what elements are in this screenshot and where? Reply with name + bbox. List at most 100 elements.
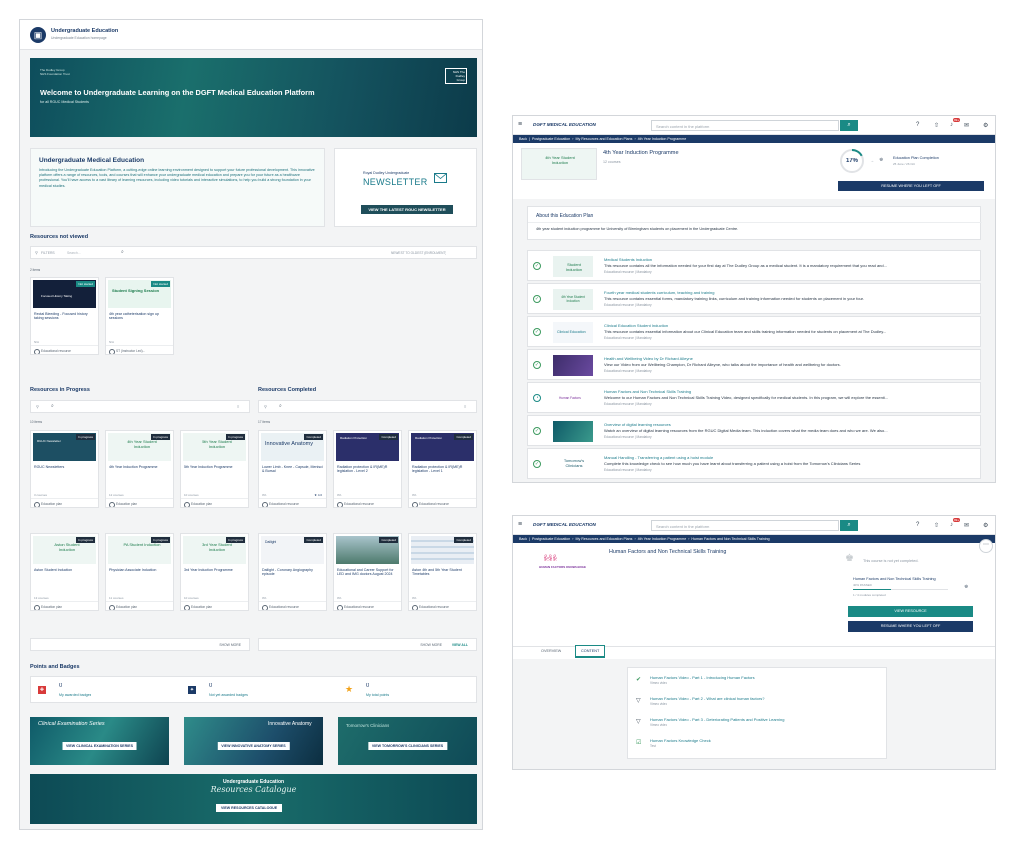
search-icon[interactable]: ⌕ [279,403,282,409]
item-title[interactable]: Human Factors and Non Technical Skills T… [604,389,974,394]
resume-button[interactable]: RESUME WHERE YOU LEFT OFF [848,621,973,632]
resource-tile[interactable]: Radiation Protection Completed Radiation p… [333,430,402,508]
search-icon[interactable]: ⌕ [51,403,54,409]
list-item[interactable]: ✓ Tomorrow's Clinicians Manual Handling - … [527,448,981,479]
view-resource-button[interactable]: VIEW RESOURCE [848,606,973,617]
list-item[interactable]: ▽ Human Factors Video - Part 2 - What are… [636,694,886,712]
chat-icon[interactable]: ✉ [964,122,969,129]
view-anatomy-series-button[interactable]: VIEW INNOVATIVE ANATOMY SERIES [217,742,290,750]
gear-icon[interactable]: ⚙ [983,522,988,529]
filter-icon[interactable]: ⚲ [35,250,38,255]
status-badge: In progress [225,537,245,543]
item-title[interactable]: Manual Handling - Transferring a patient… [604,455,974,460]
breadcrumb-item[interactable]: 4th Year Induction Programme [638,537,687,541]
resource-tile[interactable]: Aston Student Induction In progress Aston … [30,533,99,611]
search-input[interactable]: Search content in the platform [651,520,839,531]
show-more-button[interactable]: SHOW MORE [420,643,442,647]
resume-button[interactable]: RESUME WHERE YOU LEFT OFF [838,181,984,191]
in-progress-icon: ◔ [533,394,541,402]
resource-tile[interactable]: Student Signing Session Not started 4th … [105,277,174,355]
list-item[interactable]: ✓ Student Induction Medical Students Induc… [527,250,981,281]
content-title[interactable]: Human Factors Video - Part 3 - Deteriora… [650,717,880,722]
completed-check-icon: ✓ [533,361,541,369]
list-item[interactable]: ◔ Human Factors Human Factors and Non Tech… [527,382,981,413]
resource-tile[interactable]: 5th Year Student Induction In progress 5th… [180,430,249,508]
platform-logo[interactable]: DGFT MEDICAL EDUCATION [533,122,596,127]
list-item[interactable]: ✔ Human Factors Video - Part 1 - Introduc… [636,673,886,691]
menu-icon[interactable]: ≡ [518,121,522,128]
search-input[interactable]: Search content in the platform [651,120,839,131]
completion-label: Education Plan Completion [893,156,939,160]
show-more-button[interactable]: SHOW MORE [219,643,241,647]
tile-type: Education plan [181,601,248,610]
item-title[interactable]: Overview of digital learning resources [604,422,974,427]
not-viewed-search-input[interactable]: Search... [67,251,117,255]
welcome-banner: The Dudley Group NHS Foundation Trust NH… [30,58,477,137]
view-all-link[interactable]: VIEW ALL [452,643,468,647]
menu-icon[interactable]: ≡ [518,521,522,528]
content-title[interactable]: Human Factors Video - Part 1 - Introduci… [650,675,880,680]
list-item[interactable]: ✓ Overview of digital learning resources W… [527,415,981,446]
content-title[interactable]: Human Factors Video - Part 2 - What are … [650,696,880,701]
item-thumbnail [553,421,593,442]
sort-icon[interactable]: ≡ [464,404,466,409]
item-thumbnail: Clinical Education [553,322,593,343]
sort-dropdown[interactable]: NEWEST TO OLDEST (ENROLMENT) [391,251,446,255]
sort-icon[interactable]: ≡ [237,404,239,409]
item-title[interactable]: Clinical Education Student Induction [604,323,974,328]
banner-title: Welcome to Undergraduate Learning on the… [40,88,315,97]
resource-tile[interactable]: Radiation Protection Completed Radiation p… [408,430,477,508]
resource-tile[interactable]: RGUC Newsletter In progress RGUC Newslette… [30,430,99,508]
resource-tile[interactable]: Focused History Taking Not started Recta… [30,277,99,355]
bell-icon[interactable]: ♪ [950,122,953,128]
filter-icon[interactable]: ⚲ [36,404,39,409]
back-link[interactable]: Back [519,537,527,541]
item-title[interactable]: Fourth year medical students curriculum,… [604,290,974,295]
help-icon[interactable]: ? [916,522,919,528]
view-catalogue-button[interactable]: VIEW RESOURCES CATALOGUE [216,804,283,812]
breadcrumb-item[interactable]: Postgraduate Education [532,537,570,541]
app-header: ▣ Undergraduate Education Undergraduate … [20,20,482,50]
help-icon[interactable]: ? [916,122,919,128]
breadcrumb-item[interactable]: My Resources and Education Plans [576,537,633,541]
resource-tile[interactable]: Innovative Anatomy Completed Lower Limb - … [258,430,327,508]
resource-tile[interactable]: 4th Year Student Induction In progress 4th… [105,430,174,508]
resource-tile[interactable]: Dailight Completed Dailight - Coronary Ang… [258,533,327,611]
tile-type: Education plan [106,601,173,610]
upload-icon[interactable]: ⇧ [934,122,939,129]
view-newsletter-button[interactable]: VIEW THE LATEST RGUC NEWSLETTER [361,205,453,214]
search-button[interactable]: ⌕ [840,120,858,131]
breadcrumb-item[interactable]: Postgraduate Education [532,137,570,141]
filter-icon[interactable]: ⚲ [264,404,267,409]
tab-overview[interactable]: OVERVIEW [541,649,561,653]
item-description: View our Video from our Wellbeing Champi… [604,362,841,367]
view-clinical-series-button[interactable]: VIEW CLINICAL EXAMINATION SERIES [62,742,137,750]
resource-tile[interactable]: Completed Aston 4th and 5th Year Student … [408,533,477,611]
gear-icon[interactable]: ⚙ [983,122,988,129]
content-title[interactable]: Human Factors Knowledge Check [650,738,880,743]
resource-tile[interactable]: Completed Educational and Career Support … [333,533,402,611]
list-item[interactable]: ▽ Human Factors Video - Part 3 - Deterior… [636,715,886,733]
resource-tile[interactable]: 3rd Year Student Induction In progress 3rd… [180,533,249,611]
item-title[interactable]: Medical Students Induction [604,257,974,262]
list-item[interactable]: ✓ Health and Wellbeing Video by Dr Richar… [527,349,981,380]
filters-button[interactable]: FILTERS [41,251,55,255]
more-options-icon[interactable]: ⋯ [979,539,993,553]
item-title[interactable]: Health and Wellbeing Video by Dr Richard… [604,356,974,361]
tab-content[interactable]: CONTENT [575,645,606,658]
tile-title: 4th year catheterisation sign up session… [109,312,159,321]
platform-logo[interactable]: DGFT MEDICAL EDUCATION [533,522,596,527]
breadcrumb-item[interactable]: My Resources and Education Plans [576,137,633,141]
list-item[interactable]: ✓ Clinical Education Clinical Education St… [527,316,981,347]
app-logo-icon[interactable]: ▣ [30,27,46,43]
search-button[interactable]: ⌕ [840,520,858,531]
chat-icon[interactable]: ✉ [964,522,969,529]
upload-icon[interactable]: ⇧ [934,522,939,529]
resource-tile[interactable]: PA Student Induction In progress Physician… [105,533,174,611]
back-link[interactable]: Back [519,137,527,141]
list-item[interactable]: ✓ 4th Year Student Induction Fourth year m… [527,283,981,314]
bell-icon[interactable]: ♪ [950,522,953,528]
search-icon[interactable]: ⌕ [121,249,124,255]
view-clinicians-series-button[interactable]: VIEW TOMORROW'S CLINICIANS SERIES [367,742,448,750]
list-item[interactable]: ☑ Human Factors Knowledge Check Test [636,736,886,754]
